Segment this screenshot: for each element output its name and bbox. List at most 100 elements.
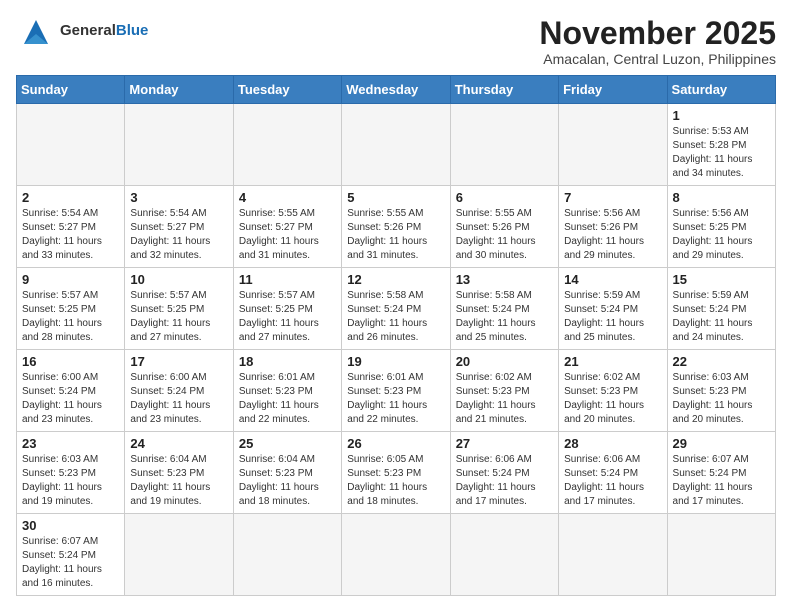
day-number: 3 [130, 190, 227, 205]
day-info: Sunrise: 6:03 AM Sunset: 5:23 PM Dayligh… [22, 453, 119, 509]
weekday-header-saturday: Saturday [667, 76, 775, 104]
day-number: 20 [456, 354, 553, 369]
day-info: Sunrise: 5:57 AM Sunset: 5:25 PM Dayligh… [239, 289, 336, 345]
week-row-6: 30Sunrise: 6:07 AM Sunset: 5:24 PM Dayli… [17, 514, 776, 596]
day-info: Sunrise: 6:02 AM Sunset: 5:23 PM Dayligh… [456, 371, 553, 427]
calendar-cell: 25 Sunrise: 6:04 AM Sunset: 5:23 PM Dayli… [233, 432, 341, 514]
day-info: Sunrise: 5:57 AM Sunset: 5:25 PM Dayligh… [130, 289, 227, 345]
calendar-cell: 24 Sunrise: 6:04 AM Sunset: 5:23 PM Dayli… [125, 432, 233, 514]
calendar-cell: 14Sunrise: 5:59 AM Sunset: 5:24 PM Dayli… [559, 268, 667, 350]
calendar-cell: 4 Sunrise: 5:55 AM Sunset: 5:27 PM Daylig… [233, 186, 341, 268]
day-info: Sunrise: 6:05 AM Sunset: 5:23 PM Dayligh… [347, 453, 444, 509]
calendar-cell: 12 Sunrise: 5:58 AM Sunset: 5:24 PM Dayli… [342, 268, 450, 350]
calendar-cell: 26 Sunrise: 6:05 AM Sunset: 5:23 PM Dayli… [342, 432, 450, 514]
day-number: 23 [22, 436, 119, 451]
calendar-cell [450, 104, 558, 186]
weekday-header-wednesday: Wednesday [342, 76, 450, 104]
calendar-cell: 19Sunrise: 6:01 AM Sunset: 5:23 PM Dayli… [342, 350, 450, 432]
day-number: 5 [347, 190, 444, 205]
calendar-cell: 5 Sunrise: 5:55 AM Sunset: 5:26 PM Daylig… [342, 186, 450, 268]
title-area: November 2025 Amacalan, Central Luzon, P… [539, 16, 776, 67]
week-row-5: 23 Sunrise: 6:03 AM Sunset: 5:23 PM Dayli… [17, 432, 776, 514]
day-info: Sunrise: 6:07 AM Sunset: 5:24 PM Dayligh… [673, 453, 770, 509]
calendar-cell: 10 Sunrise: 5:57 AM Sunset: 5:25 PM Dayli… [125, 268, 233, 350]
calendar-cell: 23 Sunrise: 6:03 AM Sunset: 5:23 PM Dayli… [17, 432, 125, 514]
day-number: 16 [22, 354, 119, 369]
day-info: Sunrise: 5:53 AM Sunset: 5:28 PM Dayligh… [673, 125, 770, 181]
calendar-cell [342, 104, 450, 186]
day-number: 25 [239, 436, 336, 451]
week-row-1: 1Sunrise: 5:53 AM Sunset: 5:28 PM Daylig… [17, 104, 776, 186]
logo-icon [16, 16, 56, 46]
day-info: Sunrise: 6:01 AM Sunset: 5:23 PM Dayligh… [239, 371, 336, 427]
day-info: Sunrise: 6:06 AM Sunset: 5:24 PM Dayligh… [564, 453, 661, 509]
day-info: Sunrise: 5:58 AM Sunset: 5:24 PM Dayligh… [456, 289, 553, 345]
day-info: Sunrise: 6:00 AM Sunset: 5:24 PM Dayligh… [130, 371, 227, 427]
calendar-cell: 11Sunrise: 5:57 AM Sunset: 5:25 PM Dayli… [233, 268, 341, 350]
weekday-header-row: SundayMondayTuesdayWednesdayThursdayFrid… [17, 76, 776, 104]
day-info: Sunrise: 6:06 AM Sunset: 5:24 PM Dayligh… [456, 453, 553, 509]
day-info: Sunrise: 5:55 AM Sunset: 5:27 PM Dayligh… [239, 207, 336, 263]
day-number: 24 [130, 436, 227, 451]
day-info: Sunrise: 6:01 AM Sunset: 5:23 PM Dayligh… [347, 371, 444, 427]
calendar-cell [125, 514, 233, 596]
weekday-header-tuesday: Tuesday [233, 76, 341, 104]
weekday-header-monday: Monday [125, 76, 233, 104]
day-number: 21 [564, 354, 661, 369]
day-info: Sunrise: 5:56 AM Sunset: 5:25 PM Dayligh… [673, 207, 770, 263]
day-number: 10 [130, 272, 227, 287]
calendar-cell: 8 Sunrise: 5:56 AM Sunset: 5:25 PM Daylig… [667, 186, 775, 268]
day-info: Sunrise: 6:04 AM Sunset: 5:23 PM Dayligh… [130, 453, 227, 509]
calendar-cell: 7Sunrise: 5:56 AM Sunset: 5:26 PM Daylig… [559, 186, 667, 268]
day-number: 26 [347, 436, 444, 451]
weekday-header-friday: Friday [559, 76, 667, 104]
day-number: 8 [673, 190, 770, 205]
day-number: 4 [239, 190, 336, 205]
logo: GeneralBlue [16, 16, 148, 46]
day-info: Sunrise: 5:54 AM Sunset: 5:27 PM Dayligh… [22, 207, 119, 263]
calendar-cell: 30Sunrise: 6:07 AM Sunset: 5:24 PM Dayli… [17, 514, 125, 596]
day-number: 17 [130, 354, 227, 369]
calendar-cell: 28Sunrise: 6:06 AM Sunset: 5:24 PM Dayli… [559, 432, 667, 514]
calendar-cell [233, 104, 341, 186]
day-info: Sunrise: 5:59 AM Sunset: 5:24 PM Dayligh… [673, 289, 770, 345]
day-number: 27 [456, 436, 553, 451]
calendar: SundayMondayTuesdayWednesdayThursdayFrid… [16, 75, 776, 596]
calendar-cell: 21Sunrise: 6:02 AM Sunset: 5:23 PM Dayli… [559, 350, 667, 432]
logo-area: GeneralBlue [16, 16, 148, 46]
month-title: November 2025 [539, 16, 776, 51]
calendar-cell [450, 514, 558, 596]
day-info: Sunrise: 5:56 AM Sunset: 5:26 PM Dayligh… [564, 207, 661, 263]
calendar-cell [233, 514, 341, 596]
calendar-cell: 6Sunrise: 5:55 AM Sunset: 5:26 PM Daylig… [450, 186, 558, 268]
calendar-cell [342, 514, 450, 596]
calendar-cell: 17 Sunrise: 6:00 AM Sunset: 5:24 PM Dayli… [125, 350, 233, 432]
day-number: 9 [22, 272, 119, 287]
logo-text: GeneralBlue [60, 23, 148, 40]
calendar-cell: 13Sunrise: 5:58 AM Sunset: 5:24 PM Dayli… [450, 268, 558, 350]
calendar-cell [559, 104, 667, 186]
week-row-3: 9 Sunrise: 5:57 AM Sunset: 5:25 PM Daylig… [17, 268, 776, 350]
day-info: Sunrise: 6:03 AM Sunset: 5:23 PM Dayligh… [673, 371, 770, 427]
day-info: Sunrise: 6:04 AM Sunset: 5:23 PM Dayligh… [239, 453, 336, 509]
calendar-cell: 27 Sunrise: 6:06 AM Sunset: 5:24 PM Dayli… [450, 432, 558, 514]
day-info: Sunrise: 5:59 AM Sunset: 5:24 PM Dayligh… [564, 289, 661, 345]
day-info: Sunrise: 5:55 AM Sunset: 5:26 PM Dayligh… [456, 207, 553, 263]
calendar-cell: 22 Sunrise: 6:03 AM Sunset: 5:23 PM Dayli… [667, 350, 775, 432]
calendar-cell: 1Sunrise: 5:53 AM Sunset: 5:28 PM Daylig… [667, 104, 775, 186]
day-number: 22 [673, 354, 770, 369]
day-number: 18 [239, 354, 336, 369]
calendar-cell [125, 104, 233, 186]
day-info: Sunrise: 6:00 AM Sunset: 5:24 PM Dayligh… [22, 371, 119, 427]
day-number: 12 [347, 272, 444, 287]
day-info: Sunrise: 5:58 AM Sunset: 5:24 PM Dayligh… [347, 289, 444, 345]
day-number: 2 [22, 190, 119, 205]
subtitle: Amacalan, Central Luzon, Philippines [539, 51, 776, 67]
calendar-cell: 3 Sunrise: 5:54 AM Sunset: 5:27 PM Daylig… [125, 186, 233, 268]
day-info: Sunrise: 5:54 AM Sunset: 5:27 PM Dayligh… [130, 207, 227, 263]
day-info: Sunrise: 5:55 AM Sunset: 5:26 PM Dayligh… [347, 207, 444, 263]
week-row-4: 16 Sunrise: 6:00 AM Sunset: 5:24 PM Dayli… [17, 350, 776, 432]
calendar-cell [559, 514, 667, 596]
calendar-cell [17, 104, 125, 186]
calendar-cell: 9Sunrise: 5:57 AM Sunset: 5:25 PM Daylig… [17, 268, 125, 350]
